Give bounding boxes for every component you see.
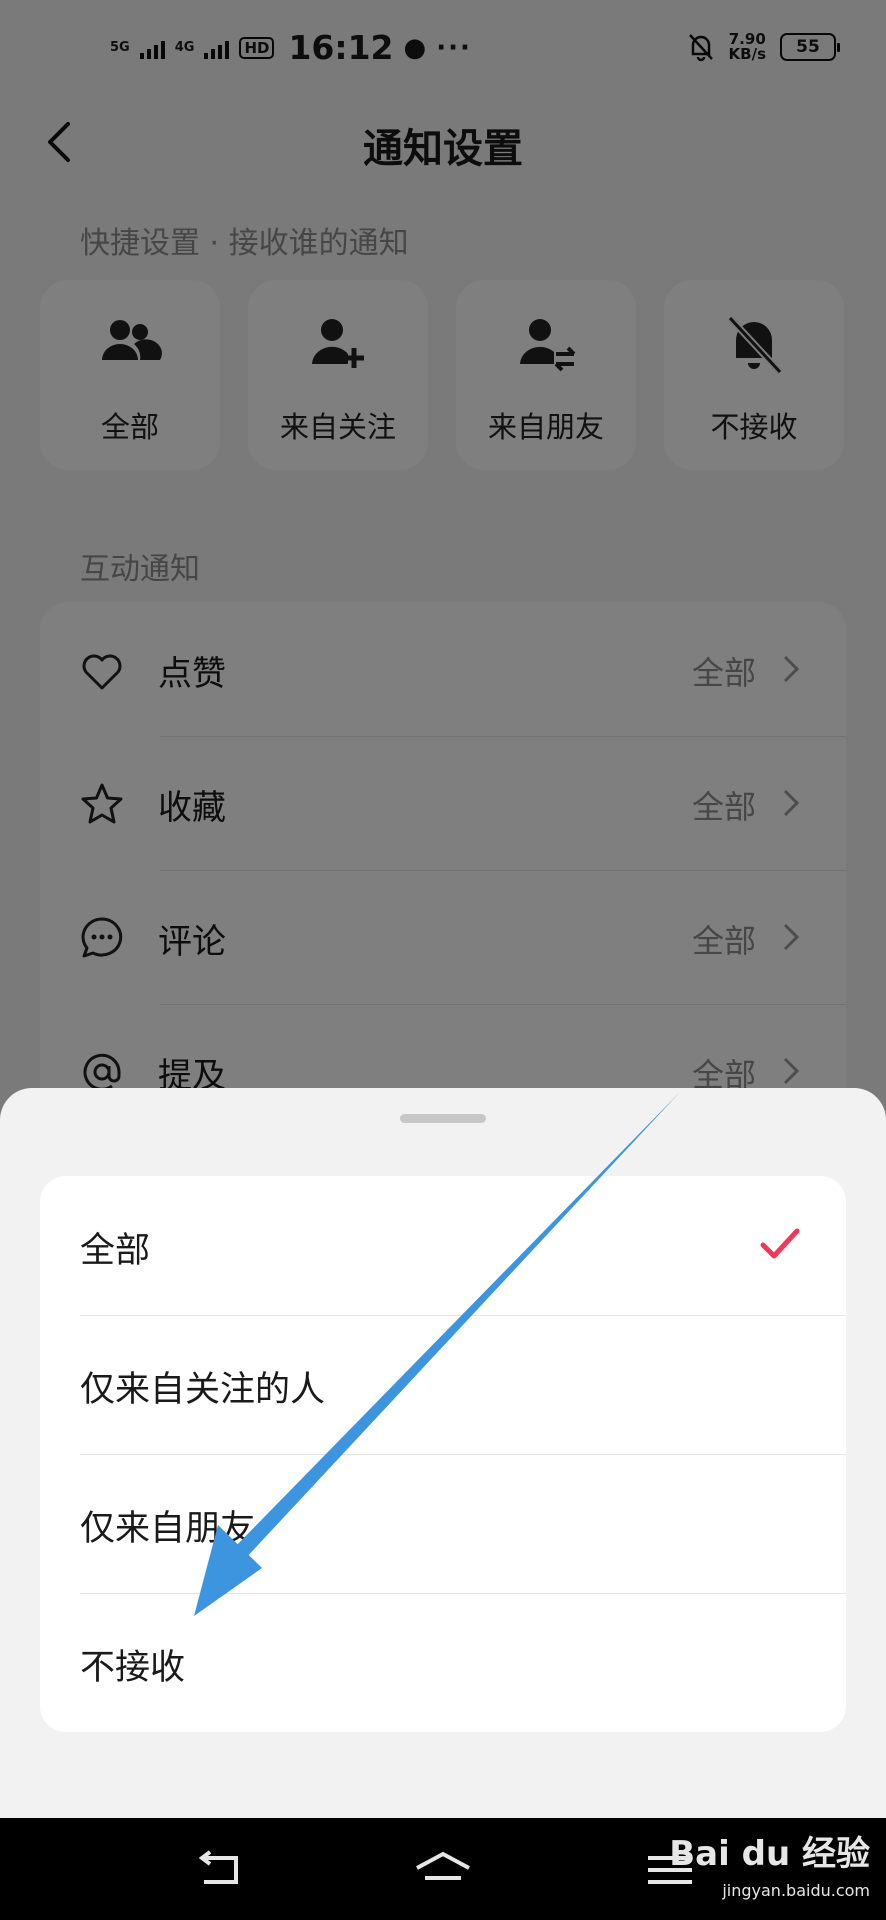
option-label: 仅来自朋友 [80, 1509, 256, 1549]
option-all[interactable]: 全部 [40, 1176, 846, 1315]
option-label: 仅来自关注的人 [80, 1370, 326, 1410]
home-nav-icon[interactable] [413, 1848, 473, 1892]
option-none[interactable]: 不接收 [40, 1593, 846, 1732]
system-navigation-bar: Bai du 经验 jingyan.baidu.com [0, 1818, 886, 1920]
baidu-jingyan-watermark: Bai du 经验 jingyan.baidu.com [669, 1826, 870, 1900]
option-label: 不接收 [80, 1648, 186, 1688]
option-bottom-sheet: 全部 仅来自关注的人 仅来自朋友 不接收 [0, 1088, 886, 1818]
watermark-logo: Bai du 经验 [669, 1834, 870, 1874]
watermark-url: jingyan.baidu.com [722, 1881, 870, 1900]
check-icon [760, 1228, 800, 1259]
option-friends-only[interactable]: 仅来自朋友 [40, 1454, 846, 1593]
option-label: 全部 [80, 1231, 151, 1271]
back-nav-icon[interactable] [190, 1848, 250, 1892]
option-list: 全部 仅来自关注的人 仅来自朋友 不接收 [40, 1176, 846, 1732]
option-following-only[interactable]: 仅来自关注的人 [40, 1315, 846, 1454]
sheet-drag-handle[interactable] [400, 1114, 486, 1123]
